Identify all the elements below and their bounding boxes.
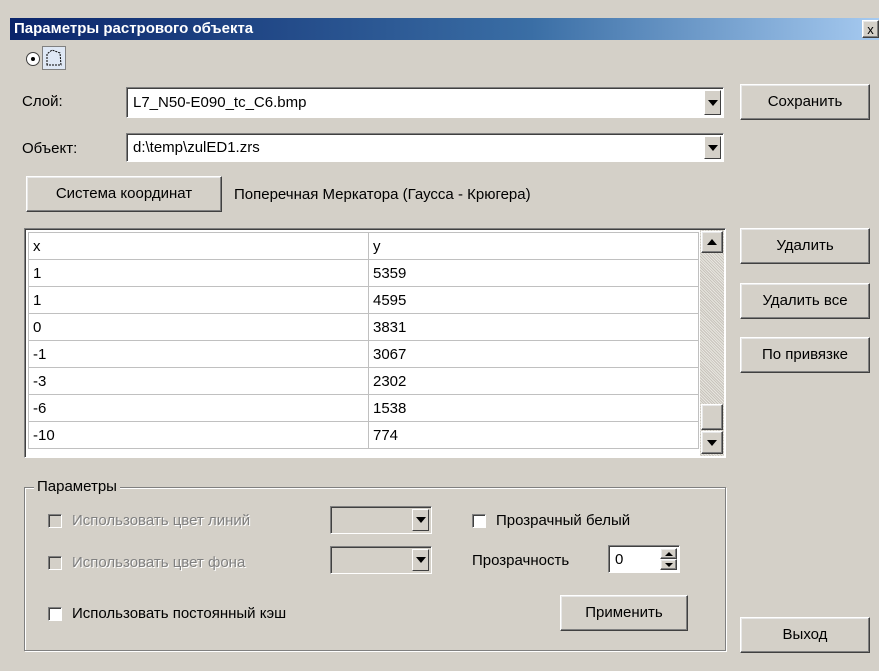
- scroll-down-button[interactable]: [701, 431, 723, 454]
- bg-color-dropdown-button[interactable]: [412, 549, 429, 571]
- save-button[interactable]: Сохранить: [740, 84, 870, 120]
- arrow-down-icon: [664, 562, 673, 567]
- use-cache-label: Использовать постоянный кэш: [72, 605, 287, 622]
- object-label: Объект:: [22, 140, 78, 157]
- vertical-scrollbar[interactable]: [700, 230, 724, 456]
- chevron-down-icon: [415, 557, 426, 563]
- transparency-value[interactable]: 0: [615, 551, 623, 568]
- coordinate-system-button[interactable]: Система координат: [26, 176, 222, 212]
- table-cell[interactable]: 3831: [368, 313, 699, 341]
- transparent-white-checkbox[interactable]: [472, 514, 486, 528]
- polygon-select-icon[interactable]: [42, 46, 66, 70]
- transparency-spinner[interactable]: 0: [608, 545, 680, 573]
- exit-button[interactable]: Выход: [740, 617, 870, 653]
- params-group-label: Параметры: [34, 478, 120, 495]
- column-header-y[interactable]: y: [368, 232, 699, 260]
- radio-selected-icon[interactable]: [26, 52, 40, 66]
- table-cell[interactable]: 4595: [368, 286, 699, 314]
- table-cell[interactable]: 1: [28, 286, 369, 314]
- table-header-row: x y: [28, 232, 699, 260]
- table-cell[interactable]: 1: [28, 259, 369, 287]
- table-row[interactable]: 1 4595: [28, 286, 699, 314]
- table-cell[interactable]: 3067: [368, 340, 699, 368]
- spin-down-button[interactable]: [660, 559, 677, 570]
- bg-color-combobox[interactable]: [330, 546, 432, 574]
- layer-combobox[interactable]: L7_N50-E090_tc_C6.bmp: [126, 87, 724, 118]
- table-cell[interactable]: 1538: [368, 394, 699, 422]
- line-color-dropdown-button[interactable]: [412, 509, 429, 531]
- table-row[interactable]: -1 3067: [28, 340, 699, 368]
- use-line-color-label: Использовать цвет линий: [72, 512, 251, 529]
- table-cell[interactable]: 774: [368, 421, 699, 449]
- use-bg-color-label: Использовать цвет фона: [72, 554, 246, 571]
- table-row[interactable]: -6 1538: [28, 394, 699, 422]
- object-value: d:\temp\zulED1.zrs: [133, 139, 260, 156]
- table-row[interactable]: 0 3831: [28, 313, 699, 341]
- layer-label: Слой:: [22, 93, 63, 110]
- chevron-down-icon: [415, 517, 426, 523]
- points-table: x y 1 5359 1 4595 0 3831 -1 3067 -3 2302 -6 15…: [28, 232, 699, 449]
- table-cell[interactable]: 5359: [368, 259, 699, 287]
- spin-up-button[interactable]: [660, 548, 677, 559]
- window-title: Параметры растрового объекта: [14, 20, 254, 37]
- delete-all-button[interactable]: Удалить все: [740, 283, 870, 319]
- table-cell[interactable]: -3: [28, 367, 369, 395]
- apply-button[interactable]: Применить: [560, 595, 688, 631]
- arrow-up-icon: [664, 551, 673, 556]
- use-cache-checkbox[interactable]: [48, 607, 62, 621]
- use-line-color-checkbox[interactable]: [48, 514, 62, 528]
- use-bg-color-checkbox[interactable]: [48, 556, 62, 570]
- coordinate-system-name: Поперечная Меркатора (Гаусса - Крюгера): [234, 186, 531, 203]
- table-cell[interactable]: -10: [28, 421, 369, 449]
- transparency-label: Прозрачность: [472, 552, 570, 569]
- arrow-down-icon: [707, 439, 717, 446]
- by-binding-button[interactable]: По привязке: [740, 337, 870, 373]
- object-dropdown-button[interactable]: [704, 136, 721, 159]
- table-cell[interactable]: 0: [28, 313, 369, 341]
- delete-button[interactable]: Удалить: [740, 228, 870, 264]
- table-row[interactable]: -10 774: [28, 421, 699, 449]
- table-row[interactable]: 1 5359: [28, 259, 699, 287]
- close-button[interactable]: x: [862, 20, 879, 38]
- arrow-up-icon: [707, 239, 717, 245]
- object-combobox[interactable]: d:\temp\zulED1.zrs: [126, 133, 724, 162]
- layer-value: L7_N50-E090_tc_C6.bmp: [133, 94, 307, 111]
- table-cell[interactable]: -6: [28, 394, 369, 422]
- transparent-white-label: Прозрачный белый: [496, 512, 631, 529]
- table-row[interactable]: -3 2302: [28, 367, 699, 395]
- layer-dropdown-button[interactable]: [704, 90, 721, 115]
- line-color-combobox[interactable]: [330, 506, 432, 534]
- scroll-up-button[interactable]: [701, 231, 723, 253]
- chevron-down-icon: [707, 144, 718, 151]
- scroll-thumb[interactable]: [701, 404, 723, 430]
- table-cell[interactable]: 2302: [368, 367, 699, 395]
- table-cell[interactable]: -1: [28, 340, 369, 368]
- raster-object-dialog: Параметры растрового объекта x Слой: L7_…: [0, 0, 879, 671]
- column-header-x[interactable]: x: [28, 232, 369, 260]
- chevron-down-icon: [707, 99, 718, 106]
